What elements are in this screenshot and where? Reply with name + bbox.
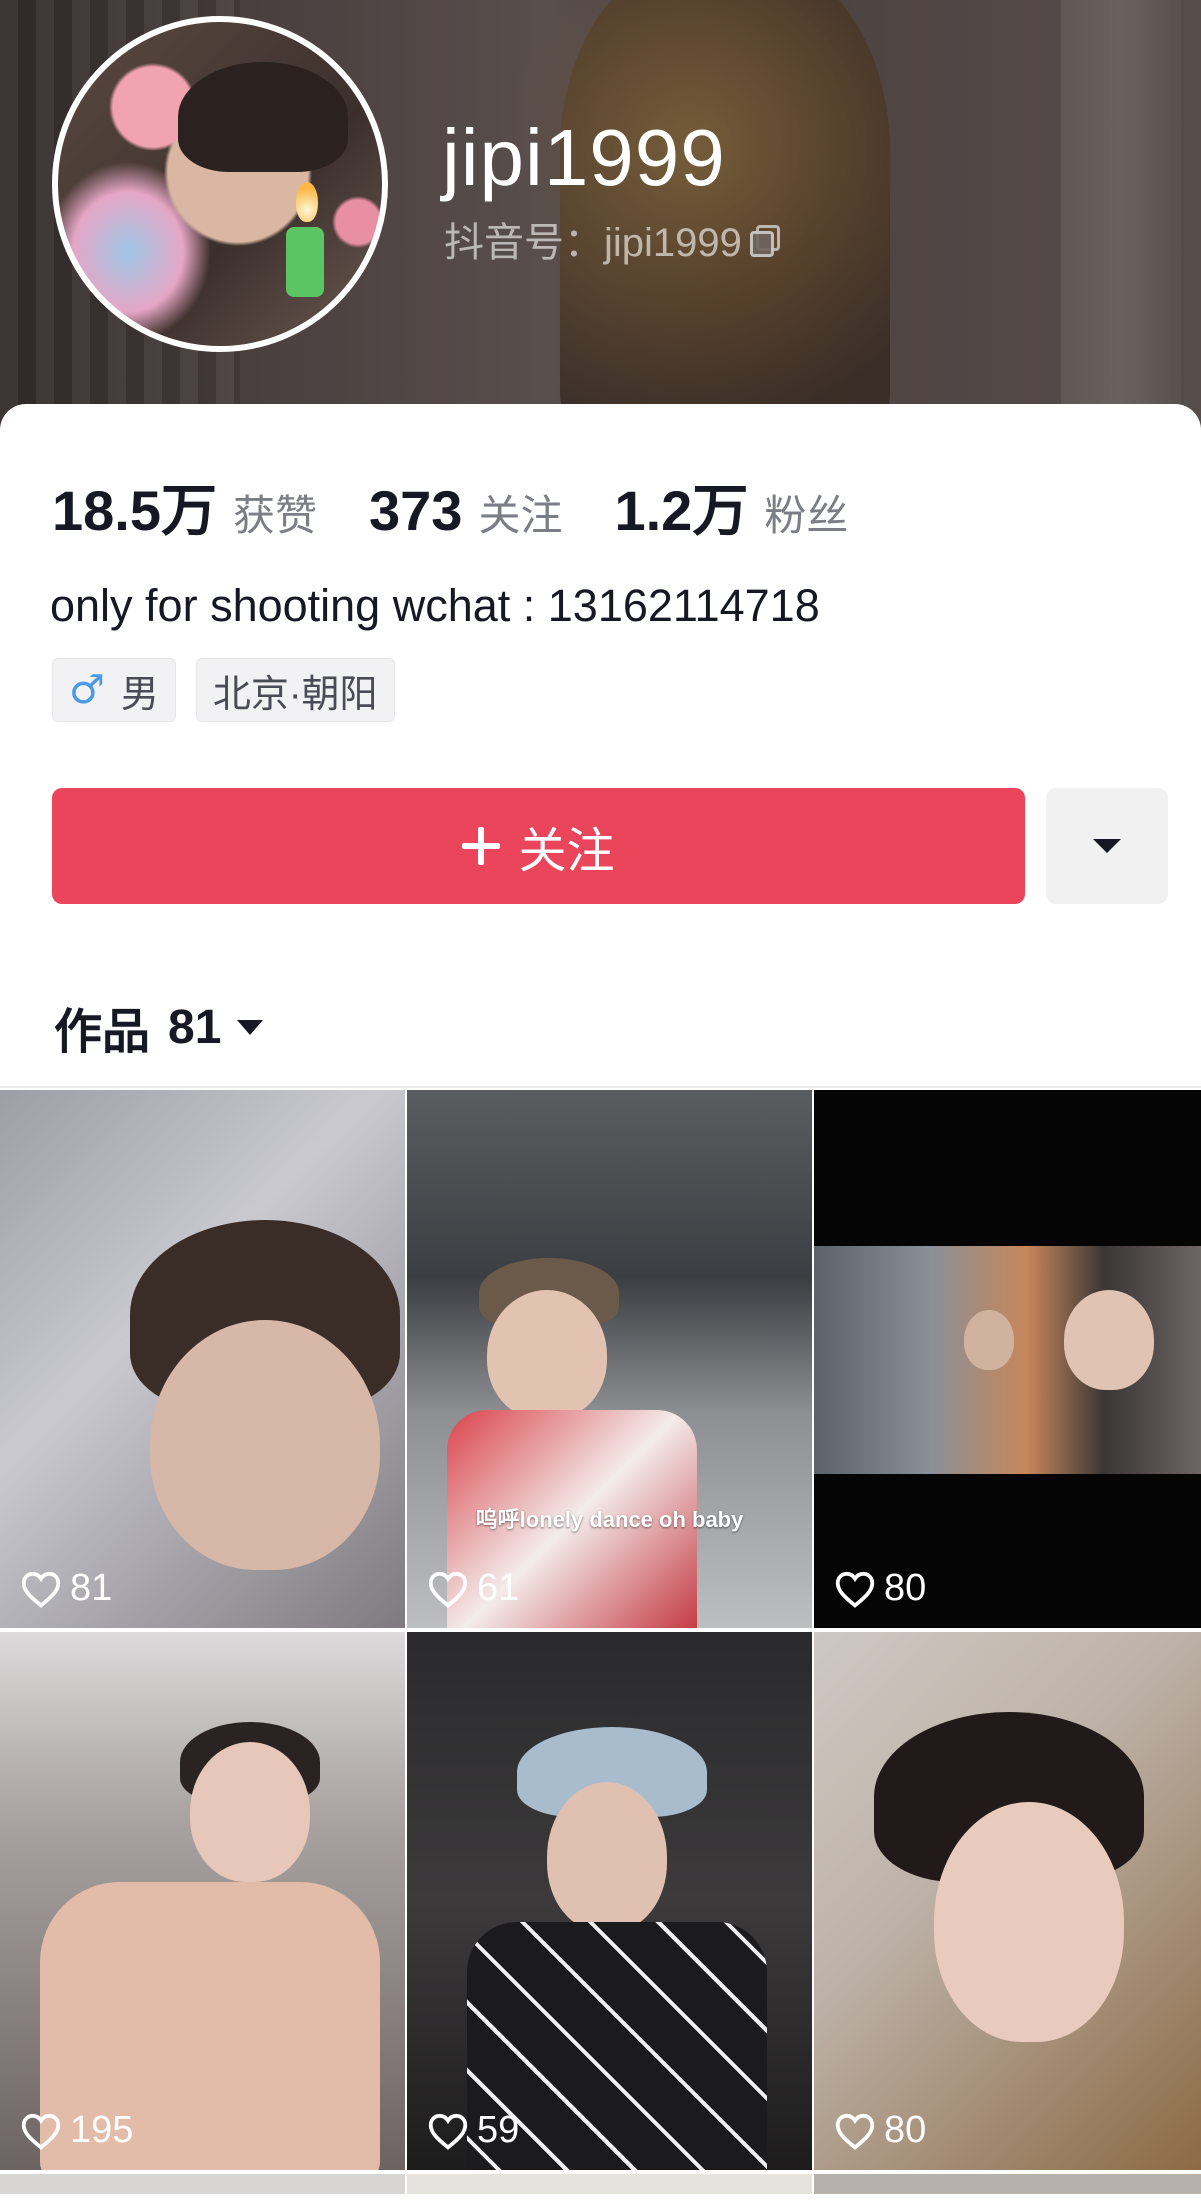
stat-value: 18.5万 [52, 479, 217, 542]
like-count-value: 80 [884, 2109, 927, 2151]
douyin-id[interactable]: 抖音号：jipi1999 [444, 210, 780, 268]
follow-button[interactable]: 关注 [52, 788, 1025, 904]
stat-followers[interactable]: 1.2万 粉丝 [614, 466, 848, 547]
video-thumbnail[interactable]: 81 [0, 1090, 405, 1628]
stat-label: 获赞 [233, 492, 318, 539]
heart-icon [21, 1571, 61, 1608]
heart-icon [21, 2113, 61, 2150]
stat-label: 粉丝 [764, 492, 849, 539]
location-tag: 北京·朝阳 [195, 658, 395, 722]
heart-icon [835, 1571, 875, 1608]
copy-icon[interactable] [749, 225, 780, 257]
video-thumbnail[interactable]: 80 [814, 1632, 1201, 2170]
profile-tags: ♂ 男 北京·朝阳 [52, 658, 395, 722]
works-label: 作品 [54, 1006, 151, 1059]
video-grid: 81 呜呼lonely dance oh baby 61 80 195 59 8… [0, 1090, 1201, 2194]
video-caption: 呜呼lonely dance oh baby [475, 1507, 744, 1532]
chevron-down-icon [1093, 839, 1121, 853]
dropdown-icon [237, 1019, 264, 1035]
like-count-value: 81 [70, 1567, 113, 1609]
avatar[interactable] [52, 16, 388, 352]
stat-label: 关注 [478, 492, 563, 539]
video-thumbnail[interactable]: 195 [0, 1632, 405, 2170]
location-label: 北京·朝阳 [212, 673, 378, 716]
like-count-value: 59 [477, 2109, 520, 2151]
follow-label: 关注 [518, 825, 615, 878]
gender-label: 男 [120, 673, 159, 716]
video-thumbnail[interactable]: 80 [814, 1090, 1201, 1628]
gender-tag: ♂ 男 [52, 658, 176, 722]
heart-icon [428, 1571, 468, 1608]
stat-value: 373 [369, 479, 463, 542]
video-thumbnail[interactable]: 59 [407, 1632, 812, 2170]
bio-text: only for shooting wchat : 13162114718 [50, 580, 820, 631]
tab-works[interactable]: 作品 81 [54, 992, 264, 1062]
like-count-value: 61 [477, 1567, 520, 1609]
video-thumbnail[interactable] [407, 2174, 812, 2194]
stat-following[interactable]: 373 关注 [369, 478, 562, 543]
video-thumbnail[interactable] [0, 2174, 405, 2194]
heart-icon [835, 2113, 875, 2150]
like-count-value: 80 [884, 1567, 927, 1609]
like-count: 195 [20, 2109, 133, 2152]
plus-icon [462, 827, 501, 865]
like-count-value: 195 [70, 2109, 134, 2151]
stat-value: 1.2万 [614, 479, 749, 542]
more-options-button[interactable] [1046, 788, 1168, 904]
douyin-id-text: 抖音号：jipi1999 [444, 221, 742, 265]
stats-row: 18.5万 获赞 373 关注 1.2万 粉丝 [52, 466, 900, 547]
like-count: 59 [427, 2109, 519, 2152]
like-count: 80 [834, 1567, 926, 1610]
divider [0, 1086, 1201, 1088]
username: jipi1999 [442, 113, 726, 202]
like-count: 80 [834, 2109, 926, 2152]
male-icon: ♂ [69, 667, 105, 713]
stat-likes: 18.5万 获赞 [52, 466, 317, 547]
video-thumbnail[interactable]: 呜呼lonely dance oh baby 61 [407, 1090, 812, 1628]
video-thumbnail[interactable] [814, 2174, 1201, 2194]
works-count: 81 [168, 1000, 222, 1054]
like-count: 81 [20, 1567, 112, 1610]
heart-icon [428, 2113, 468, 2150]
like-count: 61 [427, 1567, 519, 1610]
